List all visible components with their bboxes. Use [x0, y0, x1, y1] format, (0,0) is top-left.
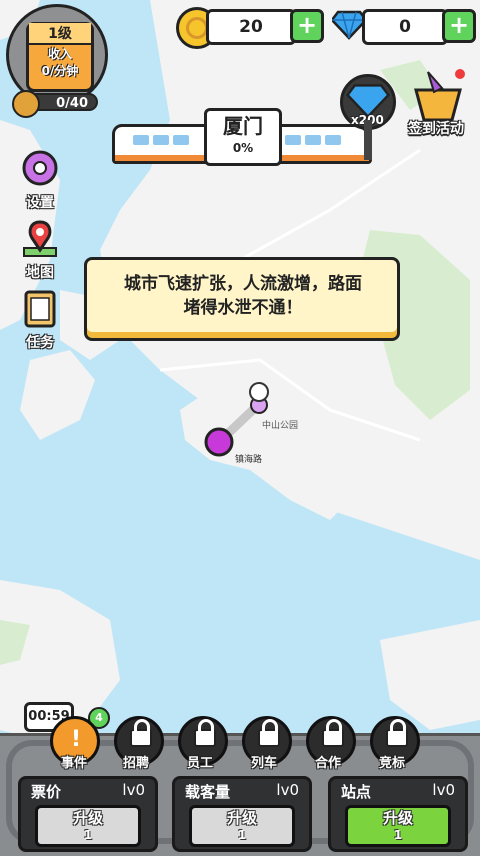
station-label: 中山公园: [262, 421, 299, 431]
add-coins-button[interactable]: +: [290, 9, 324, 43]
income-label: 收入: [47, 47, 72, 61]
card-title: 站点: [341, 783, 372, 801]
coin-balance: 20: [206, 9, 296, 45]
popup-line-2: 堵得水泄不通！: [183, 298, 303, 318]
staff-label: 员工: [186, 756, 213, 771]
settings-label: 设置: [26, 195, 54, 211]
partner-label: 合作: [314, 756, 341, 771]
checkin-button[interactable]: [408, 68, 470, 122]
city-name: 厦门: [223, 114, 263, 138]
city-tag: 厦门 0%: [204, 108, 282, 166]
upgrade-label: 升级: [226, 809, 257, 827]
upgrade-stations-button[interactable]: 升级 1: [345, 805, 451, 847]
gem-icon: [330, 10, 368, 40]
card-title: 载客量: [185, 783, 231, 801]
upgrade-cost: 1: [237, 828, 247, 842]
bid-label: 竞标: [378, 756, 405, 771]
station-label: 镇海路: [235, 455, 263, 465]
map-label: 地图: [26, 265, 54, 281]
popup-message: 城市飞速扩张，人流激增，路面 堵得水泄不通！: [101, 272, 385, 320]
gear-icon: [22, 150, 58, 186]
lock-icon: [130, 719, 152, 747]
gem-balance: 0: [362, 9, 448, 45]
upgrade-capacity-button[interactable]: 升级 1: [189, 805, 295, 847]
coin-value: 20: [239, 17, 263, 37]
banner-post: [364, 120, 372, 160]
alert-icon: !: [71, 727, 82, 752]
card-level: lv0: [122, 781, 145, 799]
lock-icon: [386, 719, 408, 747]
card-title: 票价: [31, 783, 62, 801]
city-progress: 0%: [232, 141, 254, 155]
lock-icon: [322, 719, 344, 747]
card-level: lv0: [276, 781, 299, 799]
map-pin-icon: [23, 220, 57, 257]
add-gems-button[interactable]: +: [442, 9, 476, 43]
ticket-price-card: 票价 lv0 升级 1: [18, 776, 158, 852]
gem-value: 0: [399, 17, 411, 37]
clipboard-icon: [24, 290, 56, 328]
income-value: 0/分钟: [41, 64, 79, 78]
stations-card: 站点 lv0 升级 1: [328, 776, 468, 852]
level-card: 1级 收入 0/分钟: [26, 22, 94, 92]
gift-icon: [414, 69, 465, 122]
upgrade-ticket-price-button[interactable]: 升级 1: [35, 805, 141, 847]
checkin-label: 签到活动: [408, 121, 464, 137]
upgrade-cost: 1: [393, 828, 403, 842]
medal-icon: [12, 90, 40, 118]
upgrade-label: 升级: [72, 809, 103, 827]
recruit-label: 招聘: [122, 756, 149, 771]
level-title: 1级: [29, 23, 91, 45]
news-popup[interactable]: 城市飞速扩张，人流激增，路面 堵得水泄不通！: [84, 257, 400, 341]
map-button[interactable]: 地图: [12, 218, 68, 282]
lock-icon: [194, 719, 216, 747]
capacity-card: 载客量 lv0 升级 1: [172, 776, 312, 852]
popup-line-1: 城市飞速扩张，人流激增，路面: [124, 274, 362, 294]
tasks-button[interactable]: 任务: [12, 288, 68, 352]
upgrade-cost: 1: [83, 828, 93, 842]
event-label: 事件: [60, 756, 87, 771]
upgrade-label: 升级: [382, 809, 413, 827]
settings-button[interactable]: 设置: [12, 148, 68, 212]
lock-icon: [258, 719, 280, 747]
train-label: 列车: [250, 756, 277, 771]
card-level: lv0: [432, 781, 455, 799]
tasks-label: 任务: [26, 335, 54, 351]
